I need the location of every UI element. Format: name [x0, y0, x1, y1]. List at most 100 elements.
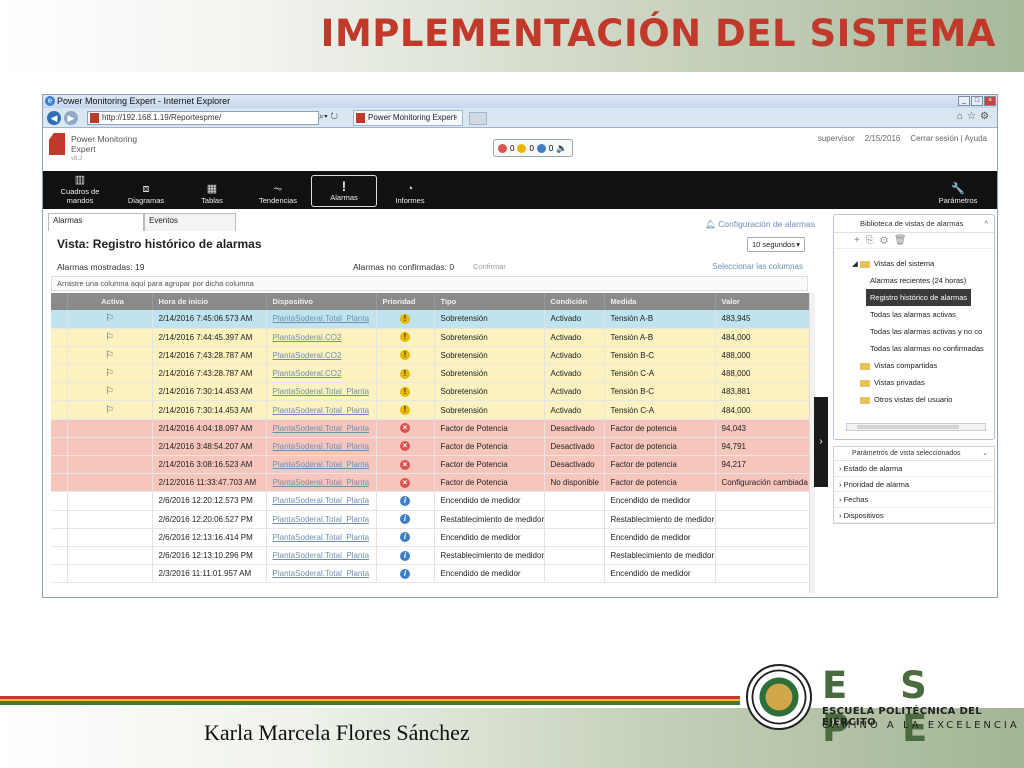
table-row[interactable]: 2/6/2016 12:20:12.573 PM PlantaSoderal.To…: [51, 491, 810, 511]
refresh-interval-select[interactable]: 10 segundos ▾: [747, 237, 805, 252]
device-link[interactable]: PlantaSoderal.Total_Planta: [266, 382, 377, 402]
table-row[interactable]: 2/12/2016 11:33:47.703 AM PlantaSoderal.T…: [51, 473, 810, 493]
device-link[interactable]: PlantaSoderal.Total_Planta: [266, 419, 377, 438]
menu-diagramas[interactable]: ⧈ Diagramas: [113, 175, 179, 209]
device-link[interactable]: PlantaSoderal.Total_Planta: [266, 510, 377, 529]
alarm-counters[interactable]: 0 0 0 🔈: [493, 139, 573, 157]
params-title: Parámetros de vista seleccionados ⌄: [834, 447, 994, 461]
back-arrow-icon[interactable]: ◀: [47, 111, 61, 125]
table-row[interactable]: ⚐ 2/14/2016 7:44:45.397 AM PlantaSoderal.C…: [51, 328, 810, 347]
browser-toolbar-icons[interactable]: ⌂☆⚙: [957, 111, 993, 122]
tab-alarmas[interactable]: Alarmas: [48, 213, 144, 231]
help-link[interactable]: Ayuda: [964, 134, 987, 143]
row-spacer: [51, 491, 68, 511]
device-link[interactable]: PlantaSoderal.Total_Planta: [266, 310, 377, 329]
browser-tab-label: Power Monitoring Expert: [368, 113, 456, 122]
column-header[interactable]: Dispositivo: [266, 293, 377, 310]
menu-tablas[interactable]: ▦ Tablas: [179, 175, 245, 209]
minimize-button[interactable]: _: [958, 96, 970, 106]
column-header[interactable]: Prioridad: [376, 293, 435, 310]
tree-item[interactable]: Todas las alarmas no confirmadas: [852, 340, 994, 357]
device-link[interactable]: PlantaSoderal.Total_Planta: [266, 473, 377, 493]
tree-folder[interactable]: Vistas compartidas: [852, 357, 994, 374]
condition-cell: Activado: [544, 400, 605, 420]
table-row[interactable]: 2/6/2016 12:13:16.414 PM PlantaSoderal.To…: [51, 528, 810, 547]
menu-cuadros-de-mandos[interactable]: ▥ Cuadros de mandos: [47, 174, 113, 209]
column-header[interactable]: Valor: [715, 293, 810, 310]
tree-item-selected[interactable]: Registro histórico de alarmas: [852, 289, 994, 306]
confirm-button[interactable]: Confirmar: [473, 262, 506, 271]
tree-folder[interactable]: Vistas privadas: [852, 374, 994, 391]
tab-eventos[interactable]: Eventos: [144, 213, 236, 231]
table-row[interactable]: 2/3/2016 11:11:01.957 AM PlantaSoderal.To…: [51, 564, 810, 584]
tree-hscrollbar[interactable]: [846, 423, 986, 431]
chevron-up-icon[interactable]: ^: [984, 215, 988, 233]
group-by-bar[interactable]: Arrastre una columna aquí para agrupar p…: [51, 276, 808, 291]
library-toolbar[interactable]: +⎘⚙🗑: [834, 233, 994, 249]
view-title: Vista: Registro histórico de alarmas: [57, 237, 262, 251]
table-row[interactable]: ⚐ 2/14/2016 7:30:14.453 AM PlantaSoderal.T…: [51, 382, 810, 402]
table-row[interactable]: 2/6/2016 12:20:06.527 PM PlantaSoderal.To…: [51, 510, 810, 529]
type-cell: Factor de Potencia: [434, 455, 545, 475]
start-time-cell: 2/14/2016 7:43:28.787 AM: [152, 364, 267, 384]
table-row[interactable]: 2/14/2016 3:48:54.207 AM PlantaSoderal.To…: [51, 437, 810, 457]
menu-tendencias[interactable]: ⏦ Tendencias: [245, 175, 311, 209]
tree-item[interactable]: Todas las alarmas activas: [852, 306, 994, 323]
chevron-down-icon[interactable]: ⌄: [982, 447, 988, 461]
table-row[interactable]: ⚐ 2/14/2016 7:30:14.453 AM PlantaSoderal.T…: [51, 400, 810, 420]
column-header[interactable]: Activa: [67, 293, 153, 310]
table-row[interactable]: ⚐ 2/14/2016 7:43:28.787 AM PlantaSoderal.C…: [51, 364, 810, 384]
table-row[interactable]: 2/6/2016 12:13:10.296 PM PlantaSoderal.To…: [51, 546, 810, 566]
column-header[interactable]: Medida: [604, 293, 716, 310]
param-item[interactable]: › Estado de alarma: [834, 461, 994, 477]
menu-informes[interactable]: ◔ Informes: [377, 175, 443, 209]
tree-item[interactable]: Todas las alarmas activas y no co: [852, 323, 994, 340]
table-row[interactable]: 2/14/2016 4:04:18.097 AM PlantaSoderal.To…: [51, 419, 810, 438]
table-row[interactable]: ⚐ 2/14/2016 7:45:06.573 AM PlantaSoderal.T…: [51, 310, 810, 329]
device-link[interactable]: PlantaSoderal.Total_Planta: [266, 491, 377, 511]
priority-cell: i: [376, 510, 435, 529]
tree-root[interactable]: ◢ Vistas del sistema: [852, 255, 994, 272]
address-bar[interactable]: http://192.168.1.19/Reportespme/: [87, 111, 319, 125]
param-item[interactable]: › Dispositivos: [834, 508, 994, 523]
browser-window-title: Power Monitoring Expert - Internet Explo…: [57, 96, 231, 106]
param-item[interactable]: › Prioridad de alarma: [834, 477, 994, 492]
type-cell: Sobretensión: [434, 382, 545, 402]
forward-arrow-icon[interactable]: ▶: [64, 111, 78, 125]
column-header[interactable]: Hora de inicio: [152, 293, 267, 310]
device-link[interactable]: PlantaSoderal.Total_Planta: [266, 546, 377, 566]
column-header[interactable]: Condición: [544, 293, 605, 310]
critical-alarm-icon: [498, 143, 507, 153]
logout-link[interactable]: Cerrar sesión | Ayuda: [910, 134, 987, 143]
measure-cell: Tensión B-C: [604, 346, 716, 366]
panel-collapse-handle[interactable]: ›: [814, 397, 828, 487]
column-header[interactable]: [51, 293, 68, 310]
param-item[interactable]: › Fechas: [834, 492, 994, 508]
alarm-config-link[interactable]: 🔔︎ Configuración de alarmas: [705, 219, 815, 230]
device-link[interactable]: PlantaSoderal.Total_Planta: [266, 437, 377, 457]
tab-close-icon[interactable]: ×: [453, 111, 458, 125]
table-row[interactable]: ⚐ 2/14/2016 7:43:28.787 AM PlantaSoderal.C…: [51, 346, 810, 366]
device-link[interactable]: PlantaSoderal.Total_Planta: [266, 455, 377, 475]
column-header[interactable]: Tipo: [434, 293, 545, 310]
address-tools[interactable]: ⌕▾ ↻: [319, 111, 338, 122]
condition-cell: Desactivado: [544, 455, 605, 475]
device-link[interactable]: PlantaSoderal.CO2: [266, 346, 377, 366]
menu-alarmas[interactable]: ! Alarmas: [311, 175, 377, 207]
device-link[interactable]: PlantaSoderal.CO2: [266, 328, 377, 347]
close-button[interactable]: ×: [984, 96, 996, 106]
new-tab-button[interactable]: [469, 112, 487, 125]
tree-folder[interactable]: Otros vistas del usuario: [852, 391, 994, 408]
device-link[interactable]: PlantaSoderal.Total_Planta: [266, 400, 377, 420]
device-link[interactable]: PlantaSoderal.Total_Planta: [266, 528, 377, 547]
maximize-button[interactable]: □: [971, 96, 983, 106]
device-link[interactable]: PlantaSoderal.Total_Planta: [266, 564, 377, 584]
info-priority-icon: i: [400, 532, 410, 543]
speaker-icon[interactable]: 🔈: [556, 143, 567, 154]
menu-parametros[interactable]: 🔧 Parámetros: [925, 175, 991, 209]
select-columns-link[interactable]: Seleccionar las columnas: [712, 262, 803, 271]
tree-item[interactable]: Alarmas recientes (24 horas): [852, 272, 994, 289]
browser-tab[interactable]: Power Monitoring Expert ×: [353, 110, 463, 126]
device-link[interactable]: PlantaSoderal.CO2: [266, 364, 377, 384]
table-row[interactable]: 2/14/2016 3:08:16.523 AM PlantaSoderal.To…: [51, 455, 810, 475]
